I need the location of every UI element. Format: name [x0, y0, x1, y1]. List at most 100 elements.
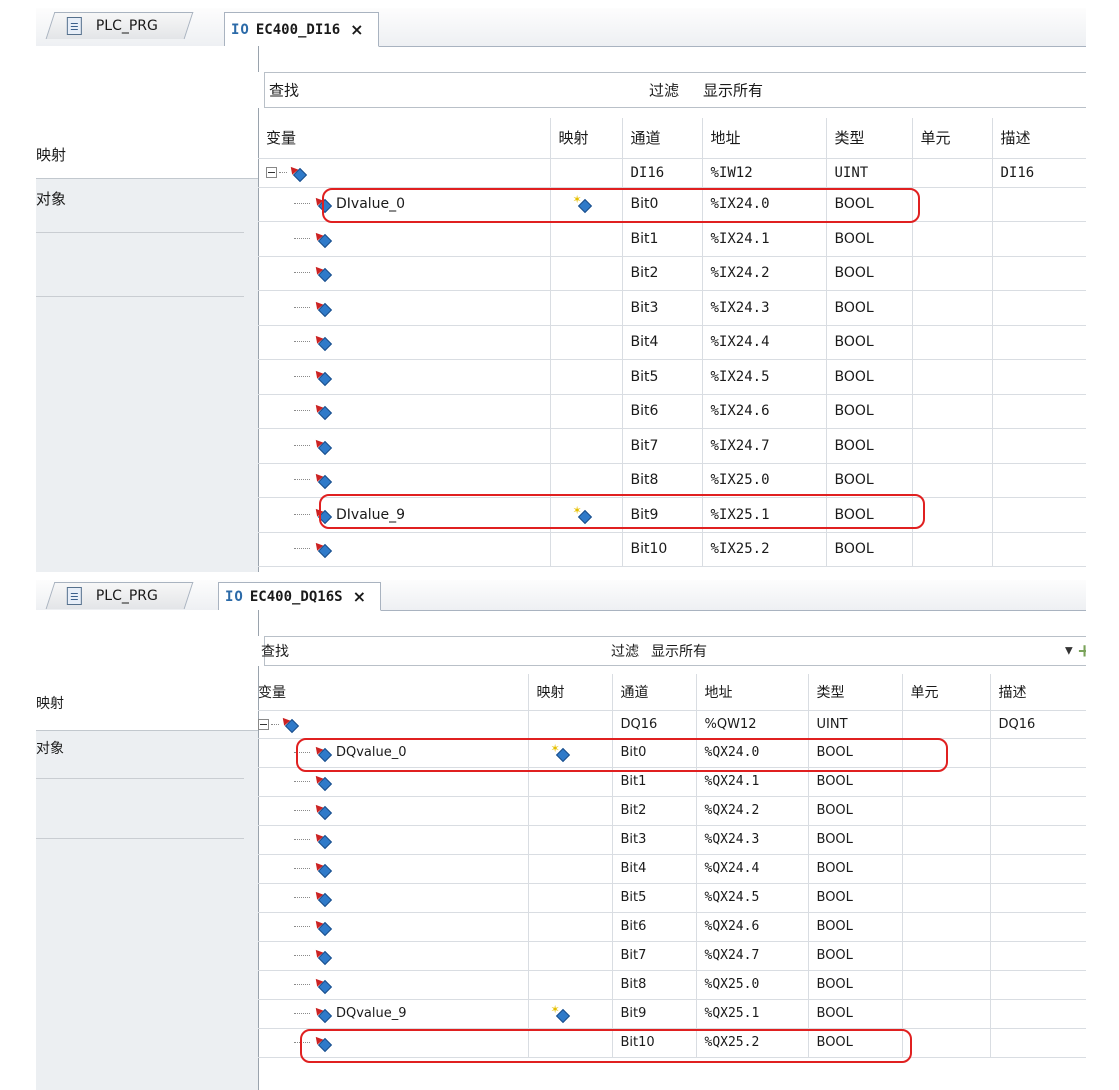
column-header-variable[interactable]: 变量	[258, 118, 551, 159]
mapping-cell[interactable]	[550, 359, 623, 395]
unit-cell[interactable]	[902, 1028, 991, 1058]
variable-cell[interactable]: DIvalue_0	[258, 187, 551, 222]
variable-cell[interactable]	[258, 394, 551, 429]
variable-cell[interactable]	[258, 854, 529, 884]
table-row-root[interactable]: DQ16 %QW12 UINT DQ16	[258, 710, 1086, 739]
table-row[interactable]: Bit6 %IX24.6 BOOL	[258, 394, 1086, 429]
column-header-mapping[interactable]: 映射	[528, 674, 613, 711]
variable-cell[interactable]: DIvalue_9	[258, 497, 551, 533]
unit-cell[interactable]	[912, 290, 993, 326]
table-row[interactable]: Bit1 %QX24.1 BOOL	[258, 767, 1086, 797]
column-header-unit[interactable]: 单元	[912, 118, 993, 159]
unit-cell[interactable]	[912, 325, 993, 360]
tab-ec400-di16[interactable]: IO EC400_DI16 ×	[224, 12, 379, 47]
filter-button[interactable]: 过滤	[649, 80, 679, 101]
unit-cell[interactable]	[902, 738, 991, 768]
table-row[interactable]: Bit7 %QX24.7 BOOL	[258, 941, 1086, 971]
description-cell[interactable]	[992, 221, 1086, 257]
mapping-cell[interactable]	[528, 796, 613, 826]
table-row[interactable]: Bit10 %IX25.2 BOOL	[258, 532, 1086, 567]
description-cell[interactable]	[990, 796, 1086, 826]
column-header-channel[interactable]: 通道	[612, 674, 697, 711]
unit-cell[interactable]	[902, 767, 991, 797]
description-cell[interactable]	[990, 941, 1086, 971]
description-cell[interactable]	[992, 497, 1086, 533]
variable-cell[interactable]	[258, 767, 529, 797]
table-row[interactable]: Bit5 %QX24.5 BOOL	[258, 883, 1086, 913]
table-row[interactable]: Bit3 %QX24.3 BOOL	[258, 825, 1086, 855]
collapse-toggle-icon[interactable]	[266, 167, 277, 178]
variable-cell[interactable]	[258, 941, 529, 971]
column-header-description[interactable]: 描述	[992, 118, 1086, 159]
table-row[interactable]: Bit5 %IX24.5 BOOL	[258, 359, 1086, 395]
unit-cell[interactable]	[912, 497, 993, 533]
table-row-root[interactable]: DI16 %IW12 UINT DI16	[258, 158, 1086, 188]
description-cell[interactable]	[992, 463, 1086, 498]
mapping-cell[interactable]	[550, 428, 623, 464]
add-icon[interactable]: +	[1077, 641, 1086, 662]
variable-cell[interactable]: DQvalue_9	[258, 999, 529, 1029]
filter-button[interactable]: 过滤	[611, 641, 639, 661]
unit-cell[interactable]	[912, 221, 993, 257]
table-row[interactable]: Bit1 %IX24.1 BOOL	[258, 221, 1086, 257]
unit-cell[interactable]	[912, 187, 993, 222]
table-row[interactable]: Bit4 %QX24.4 BOOL	[258, 854, 1086, 884]
unit-cell[interactable]	[902, 825, 991, 855]
description-cell[interactable]	[990, 738, 1086, 768]
close-icon[interactable]: ×	[350, 20, 363, 39]
mapping-cell[interactable]	[528, 710, 613, 739]
unit-cell[interactable]	[912, 256, 993, 291]
table-row[interactable]: Bit8 %IX25.0 BOOL	[258, 463, 1086, 498]
side-item-objects[interactable]: 对象	[36, 188, 258, 209]
table-row[interactable]: Bit3 %IX24.3 BOOL	[258, 290, 1086, 326]
table-row[interactable]: Bit4 %IX24.4 BOOL	[258, 325, 1086, 360]
mapping-cell[interactable]	[528, 970, 613, 1000]
close-icon[interactable]: ×	[353, 587, 366, 606]
mapping-cell[interactable]: ✶	[528, 738, 613, 768]
description-cell[interactable]: DI16	[992, 158, 1086, 188]
column-header-mapping[interactable]: 映射	[550, 118, 623, 159]
description-cell[interactable]	[992, 256, 1086, 291]
mapping-cell[interactable]	[550, 394, 623, 429]
variable-cell[interactable]	[258, 428, 551, 464]
mapping-cell[interactable]	[550, 532, 623, 567]
description-cell[interactable]	[992, 359, 1086, 395]
variable-cell[interactable]	[258, 1028, 529, 1058]
column-header-address[interactable]: 地址	[696, 674, 809, 711]
mapping-cell[interactable]	[550, 325, 623, 360]
search-input[interactable]: 查找 过滤 显示所有	[264, 72, 1086, 108]
table-row[interactable]: DQvalue_9 ✶ Bit9 %QX25.1 BOOL	[258, 999, 1086, 1029]
unit-cell[interactable]	[912, 532, 993, 567]
variable-cell[interactable]	[258, 325, 551, 360]
description-cell[interactable]	[992, 428, 1086, 464]
mapping-cell[interactable]: ✶	[550, 187, 623, 222]
variable-cell[interactable]	[258, 710, 529, 739]
description-cell[interactable]	[992, 532, 1086, 567]
mapping-cell[interactable]	[528, 883, 613, 913]
description-cell[interactable]	[990, 999, 1086, 1029]
unit-cell[interactable]	[902, 883, 991, 913]
mapping-cell[interactable]: ✶	[550, 497, 623, 533]
description-cell[interactable]	[990, 825, 1086, 855]
filter-mode-select[interactable]: 显示所有	[703, 80, 763, 101]
variable-cell[interactable]	[258, 796, 529, 826]
table-row[interactable]: DIvalue_0 ✶ Bit0 %IX24.0 BOOL	[258, 187, 1086, 222]
variable-cell[interactable]	[258, 970, 529, 1000]
unit-cell[interactable]	[902, 912, 991, 942]
mapping-cell[interactable]	[550, 463, 623, 498]
column-header-unit[interactable]: 单元	[902, 674, 991, 711]
side-item-mapping[interactable]: 映射	[36, 144, 258, 165]
mapping-cell[interactable]	[528, 854, 613, 884]
unit-cell[interactable]	[912, 463, 993, 498]
description-cell[interactable]	[990, 970, 1086, 1000]
collapse-toggle-icon[interactable]	[258, 718, 269, 730]
variable-cell[interactable]: DQvalue_0	[258, 738, 529, 768]
table-row[interactable]: Bit7 %IX24.7 BOOL	[258, 428, 1086, 464]
mapping-cell[interactable]	[528, 767, 613, 797]
column-header-description[interactable]: 描述	[990, 674, 1086, 711]
column-header-address[interactable]: 地址	[702, 118, 827, 159]
description-cell[interactable]	[990, 767, 1086, 797]
variable-cell[interactable]	[258, 883, 529, 913]
tab-plc-prg[interactable]: PLC_PRG	[45, 582, 194, 609]
unit-cell[interactable]	[912, 394, 993, 429]
